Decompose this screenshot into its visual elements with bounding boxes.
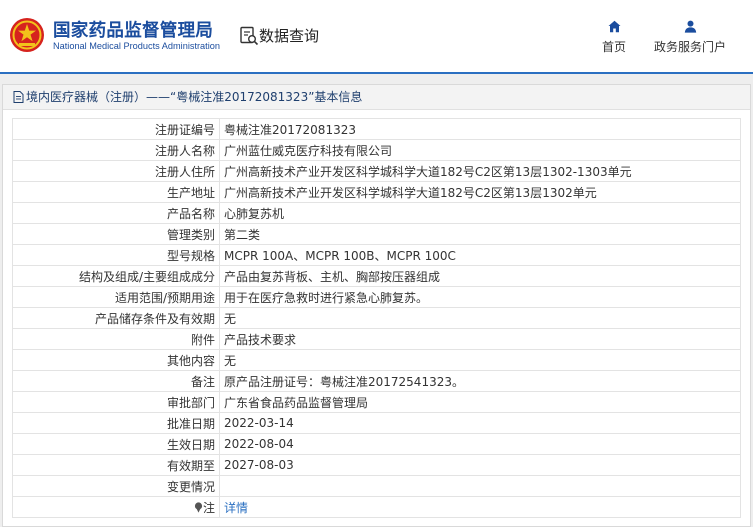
field-value: 用于在医疗急救时进行紧急心肺复苏。	[219, 286, 741, 308]
nav-service-portal[interactable]: 政务服务门户	[650, 20, 730, 55]
field-value: 无	[219, 349, 741, 371]
field-value: 广州高新技术产业开发区科学城科学大道182号C2区第13层1302-1303单元	[219, 160, 741, 182]
field-label: 批准日期	[12, 412, 220, 434]
panel-header: 境内医疗器械（注册）——“粤械注准20172081323”基本信息	[3, 85, 750, 110]
table-row: 生效日期 2022-08-04	[12, 433, 741, 455]
note-value-cell: 详情	[219, 496, 741, 518]
table-row: 备注 原产品注册证号：粤械注准20172541323。	[12, 370, 741, 392]
data-query-icon	[240, 26, 259, 46]
field-label: 生产地址	[12, 181, 220, 203]
field-label: 备注	[12, 370, 220, 392]
national-emblem-icon	[10, 18, 44, 52]
table-row: 型号规格 MCPR 100A、MCPR 100B、MCPR 100C	[12, 244, 741, 266]
field-value: 广州高新技术产业开发区科学城科学大道182号C2区第13层1302单元	[219, 181, 741, 203]
table-row: 管理类别 第二类	[12, 223, 741, 245]
table-row: 批准日期 2022-03-14	[12, 412, 741, 434]
field-label: 审批部门	[12, 391, 220, 413]
nav-home-label: 首页	[601, 40, 626, 54]
table-row: 产品名称 心肺复苏机	[12, 202, 741, 224]
table-row-note: 注详情	[12, 496, 741, 518]
field-label: 型号规格	[12, 244, 220, 266]
field-value: 2022-03-14	[219, 412, 741, 434]
field-value: 心肺复苏机	[219, 202, 741, 224]
table-row: 注册人住所 广州高新技术产业开发区科学城科学大道182号C2区第13层1302-1…	[12, 160, 741, 182]
field-label: 管理类别	[12, 223, 220, 245]
site-title[interactable]: 国家药品监督管理局	[53, 17, 213, 42]
panel-title: 境内医疗器械（注册）——“粤械注准20172081323”基本信息	[26, 90, 363, 104]
table-row: 审批部门 广东省食品药品监督管理局	[12, 391, 741, 413]
site-subtitle: National Medical Products Administration	[53, 41, 220, 51]
field-label: 有效期至	[12, 454, 220, 476]
field-value: 2027-08-03	[219, 454, 741, 476]
field-value: 粤械注准20172081323	[219, 118, 741, 140]
field-value: 无	[219, 307, 741, 329]
field-label: 生效日期	[12, 433, 220, 455]
table-row: 注册证编号 粤械注准20172081323	[12, 118, 741, 140]
field-label: 结构及组成/主要组成成分	[12, 265, 220, 287]
table-row: 生产地址 广州高新技术产业开发区科学城科学大道182号C2区第13层1302单元	[12, 181, 741, 203]
field-value	[219, 475, 741, 497]
field-label: 变更情况	[12, 475, 220, 497]
nav-home[interactable]: 首页	[598, 20, 630, 55]
field-label: 附件	[12, 328, 220, 350]
table-row: 其他内容无	[12, 349, 741, 371]
field-label: 适用范围/预期用途	[12, 286, 220, 308]
registration-info-table: 注册证编号 粤械注准20172081323 注册人名称 广州蓝仕威克医疗科技有限公司注…	[12, 118, 741, 518]
user-icon	[684, 20, 696, 33]
field-label: 产品名称	[12, 202, 220, 224]
data-query-title: 数据查询	[259, 27, 320, 45]
home-icon	[608, 20, 620, 33]
field-label: 产品储存条件及有效期	[12, 307, 220, 329]
table-row: 有效期至 2027-08-03	[12, 454, 741, 476]
site-header: 国家药品监督管理局 National Medical Products Admi…	[0, 0, 753, 74]
field-value: MCPR 100A、MCPR 100B、MCPR 100C	[219, 244, 741, 266]
field-value: 广州蓝仕威克医疗科技有限公司	[219, 139, 741, 161]
table-row: 适用范围/预期用途 用于在医疗急救时进行紧急心肺复苏。	[12, 286, 741, 308]
detail-link[interactable]: 详情	[224, 501, 248, 515]
note-label: 注	[202, 500, 215, 515]
field-value: 产品由复苏背板、主机、胸部按压器组成	[219, 265, 741, 287]
table-row: 注册人名称 广州蓝仕威克医疗科技有限公司	[12, 139, 741, 161]
table-row: 产品储存条件及有效期无	[12, 307, 741, 329]
field-value: 2022-08-04	[219, 433, 741, 455]
table-row: 变更情况	[12, 475, 741, 497]
field-label: 注册人名称	[12, 139, 220, 161]
field-value: 原产品注册证号：粤械注准20172541323。	[219, 370, 741, 392]
field-label: 其他内容	[12, 349, 220, 371]
info-panel: 境内医疗器械（注册）——“粤械注准20172081323”基本信息 注册证编号粤…	[2, 84, 751, 527]
document-icon	[13, 91, 24, 103]
nav-portal-label: 政务服务门户	[653, 40, 726, 54]
field-value: 广东省食品药品监督管理局	[219, 391, 741, 413]
field-label: 注册证编号	[12, 118, 220, 140]
note-label-cell: 注	[12, 496, 220, 518]
table-row: 附件 产品技术要求	[12, 328, 741, 350]
table-row: 结构及组成/主要组成成分 产品由复苏背板、主机、胸部按压器组成	[12, 265, 741, 287]
note-icon	[194, 501, 203, 513]
field-value: 第二类	[219, 223, 741, 245]
field-value: 产品技术要求	[219, 328, 741, 350]
field-label: 注册人住所	[12, 160, 220, 182]
